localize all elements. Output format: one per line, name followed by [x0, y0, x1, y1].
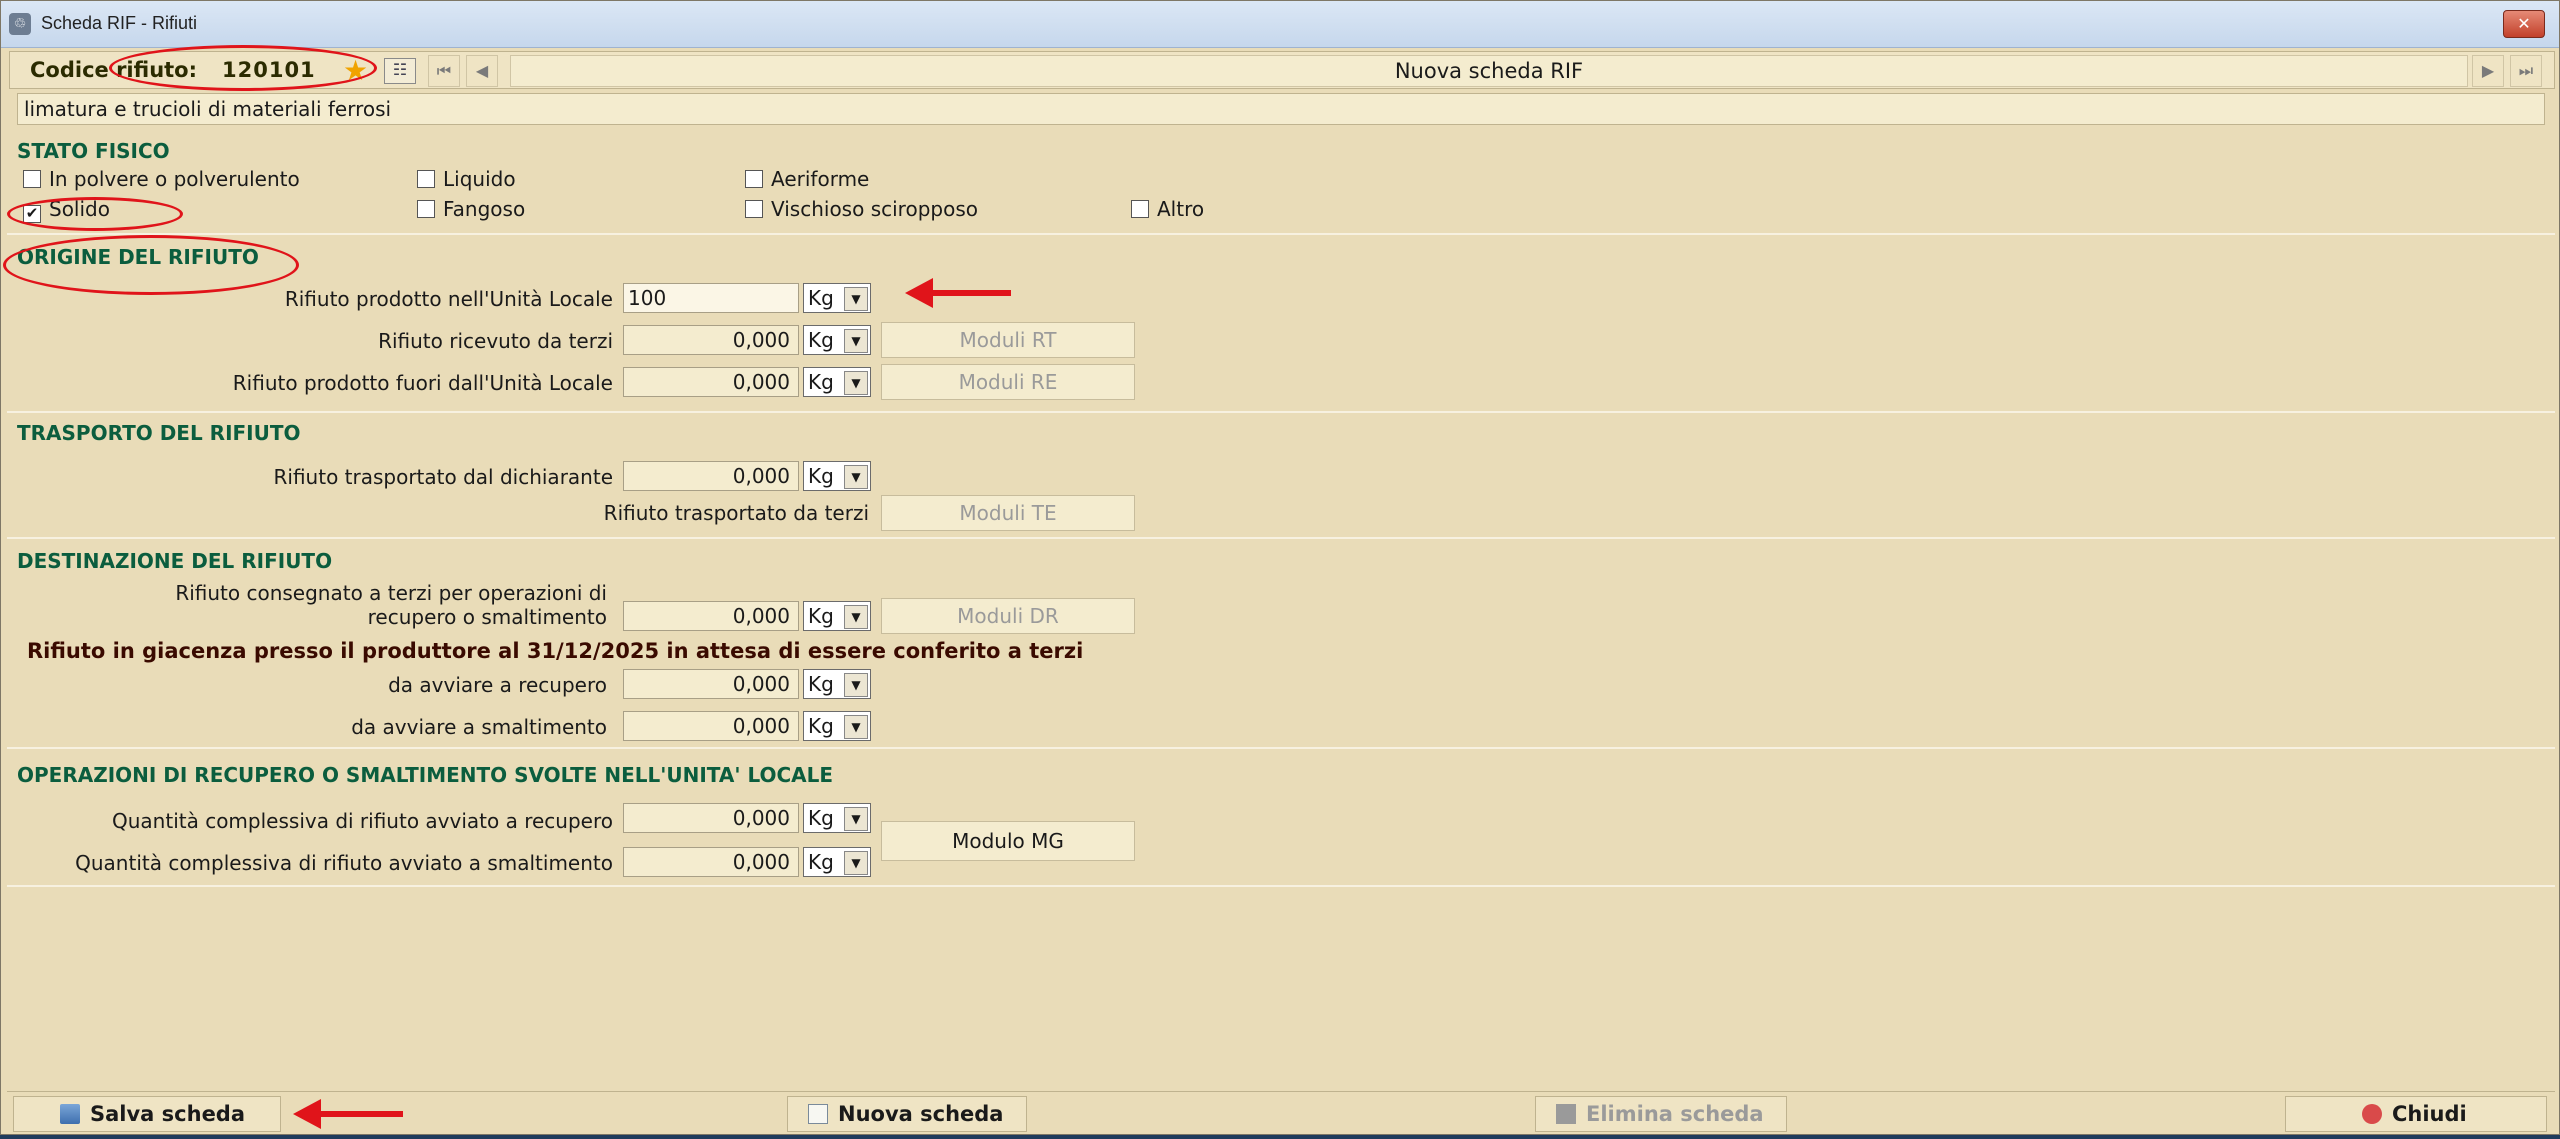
- modulo-mg-button[interactable]: Modulo MG: [881, 821, 1135, 861]
- close-button[interactable]: Chiudi: [2285, 1096, 2547, 1132]
- input-prodotto-fuori-ul[interactable]: 0,000: [623, 367, 799, 397]
- waste-description: limatura e trucioli di materiali ferrosi: [17, 93, 2545, 125]
- checkbox-altro[interactable]: Altro: [1131, 197, 1204, 221]
- annotation-arrow-origine: [905, 278, 1011, 308]
- nav-first-button[interactable]: ⏮: [428, 55, 460, 87]
- window-close-button[interactable]: ✕: [2503, 10, 2545, 38]
- input-quantita-recupero[interactable]: 0,000: [623, 803, 799, 833]
- giacenza-heading: Rifiuto in giacenza presso il produttore…: [27, 639, 1084, 663]
- record-title: Nuova scheda RIF: [510, 55, 2468, 87]
- unit-select-prodotto-ul[interactable]: Kg ▼: [803, 283, 871, 313]
- checkbox-box: [23, 170, 41, 188]
- label-quantita-smaltimento: Quantità complessiva di rifiuto avviato …: [75, 851, 613, 875]
- close-icon: [2362, 1104, 2382, 1124]
- delete-record-button[interactable]: Elimina scheda: [1535, 1096, 1787, 1132]
- checkbox-liquido[interactable]: Liquido: [417, 167, 516, 191]
- input-consegnato-terzi[interactable]: 0,000: [623, 601, 799, 631]
- new-document-icon: [808, 1104, 828, 1124]
- checkbox-box: [745, 170, 763, 188]
- chevron-down-icon: ▼: [844, 673, 868, 697]
- label-consegnato-line2: recupero o smaltimento: [367, 605, 607, 629]
- label-prodotto-fuori-ul: Rifiuto prodotto fuori dall'Unità Locale: [232, 371, 613, 395]
- section-trasporto: TRASPORTO DEL RIFIUTO Rifiuto trasportat…: [7, 413, 2555, 539]
- label-quantita-recupero: Quantità complessiva di rifiuto avviato …: [112, 809, 613, 833]
- unit-select-ricevuto-terzi[interactable]: Kg ▼: [803, 325, 871, 355]
- rif-window: ♲ Scheda RIF - Rifiuti ✕ Codice rifiuto:…: [0, 0, 2560, 1135]
- label-trasportato-terzi: Rifiuto trasportato da terzi: [603, 501, 869, 525]
- unit-select-trasportato-dichiarante[interactable]: Kg ▼: [803, 461, 871, 491]
- label-avviare-smaltimento: da avviare a smaltimento: [351, 715, 607, 739]
- label-prodotto-ul: Rifiuto prodotto nell'Unità Locale: [284, 287, 613, 311]
- chevron-down-icon: ▼: [844, 371, 868, 395]
- moduli-rt-button[interactable]: Moduli RT: [881, 322, 1135, 358]
- nav-last-button[interactable]: ⏭: [2510, 55, 2542, 87]
- unit-select-avviare-smaltimento[interactable]: Kg ▼: [803, 711, 871, 741]
- nav-next-button[interactable]: ▶: [2472, 55, 2504, 87]
- chevron-down-icon: ▼: [844, 715, 868, 739]
- label-consegnato-line1: Rifiuto consegnato a terzi per operazion…: [175, 581, 607, 605]
- checkbox-fangoso[interactable]: Fangoso: [417, 197, 525, 221]
- unit-select-consegnato-terzi[interactable]: Kg ▼: [803, 601, 871, 631]
- chevron-down-icon: ▼: [844, 807, 868, 831]
- chevron-down-icon: ▼: [844, 287, 868, 311]
- chevron-down-icon: ▼: [844, 851, 868, 875]
- app-icon: ♲: [9, 13, 31, 35]
- checkbox-polvere[interactable]: In polvere o polverulento: [23, 167, 300, 191]
- label-trasportato-dichiarante: Rifiuto trasportato dal dichiarante: [273, 465, 614, 489]
- section-title: STATO FISICO: [17, 139, 170, 163]
- save-icon: [60, 1104, 80, 1124]
- chevron-down-icon: ▼: [844, 329, 868, 353]
- moduli-te-button[interactable]: Moduli TE: [881, 495, 1135, 531]
- input-ricevuto-terzi[interactable]: 0,000: [623, 325, 799, 355]
- list-icon[interactable]: ☷: [384, 58, 416, 84]
- unit-select-avviare-recupero[interactable]: Kg ▼: [803, 669, 871, 699]
- unit-select-quantita-smaltimento[interactable]: Kg ▼: [803, 847, 871, 877]
- label-ricevuto-terzi: Rifiuto ricevuto da terzi: [378, 329, 613, 353]
- checkbox-box: [417, 200, 435, 218]
- window-title: Scheda RIF - Rifiuti: [41, 13, 198, 33]
- delete-icon: [1556, 1104, 1576, 1124]
- section-title: TRASPORTO DEL RIFIUTO: [17, 421, 301, 445]
- checkbox-aeriforme[interactable]: Aeriforme: [745, 167, 869, 191]
- input-avviare-smaltimento[interactable]: 0,000: [623, 711, 799, 741]
- new-record-button[interactable]: Nuova scheda: [787, 1096, 1027, 1132]
- checkbox-box: [1131, 200, 1149, 218]
- annotation-arrow-save: [293, 1099, 403, 1129]
- nav-prev-button[interactable]: ◀: [466, 55, 498, 87]
- unit-select-prodotto-fuori-ul[interactable]: Kg ▼: [803, 367, 871, 397]
- annotation-ellipse-solido: [7, 197, 183, 231]
- input-avviare-recupero[interactable]: 0,000: [623, 669, 799, 699]
- input-prodotto-ul[interactable]: 100: [623, 283, 799, 313]
- section-title: DESTINAZIONE DEL RIFIUTO: [17, 549, 333, 573]
- section-origine: ORIGINE DEL RIFIUTO Rifiuto prodotto nel…: [7, 235, 2555, 413]
- label-avviare-recupero: da avviare a recupero: [388, 673, 607, 697]
- chevron-down-icon: ▼: [844, 605, 868, 629]
- checkbox-box: [417, 170, 435, 188]
- chevron-down-icon: ▼: [844, 465, 868, 489]
- input-quantita-smaltimento[interactable]: 0,000: [623, 847, 799, 877]
- checkbox-box: [745, 200, 763, 218]
- section-stato-fisico: STATO FISICO In polvere o polverulento L…: [7, 131, 2555, 235]
- unit-select-quantita-recupero[interactable]: Kg ▼: [803, 803, 871, 833]
- title-bar: ♲ Scheda RIF - Rifiuti ✕: [1, 1, 2559, 48]
- save-button[interactable]: Salva scheda: [13, 1096, 281, 1132]
- section-destinazione: DESTINAZIONE DEL RIFIUTO Rifiuto consegn…: [7, 539, 2555, 749]
- input-trasportato-dichiarante[interactable]: 0,000: [623, 461, 799, 491]
- section-operazioni: OPERAZIONI DI RECUPERO O SMALTIMENTO SVO…: [7, 749, 2555, 887]
- record-toolbar: Codice rifiuto: 120101 ★ ☷ ⏮ ◀ Nuova sch…: [9, 51, 2555, 89]
- moduli-re-button[interactable]: Moduli RE: [881, 364, 1135, 400]
- section-title: OPERAZIONI DI RECUPERO O SMALTIMENTO SVO…: [17, 763, 834, 787]
- annotation-ellipse-code: [109, 45, 377, 91]
- moduli-dr-button[interactable]: Moduli DR: [881, 598, 1135, 634]
- annotation-ellipse-origine: [3, 235, 299, 295]
- checkbox-vischioso[interactable]: Vischioso sciropposo: [745, 197, 978, 221]
